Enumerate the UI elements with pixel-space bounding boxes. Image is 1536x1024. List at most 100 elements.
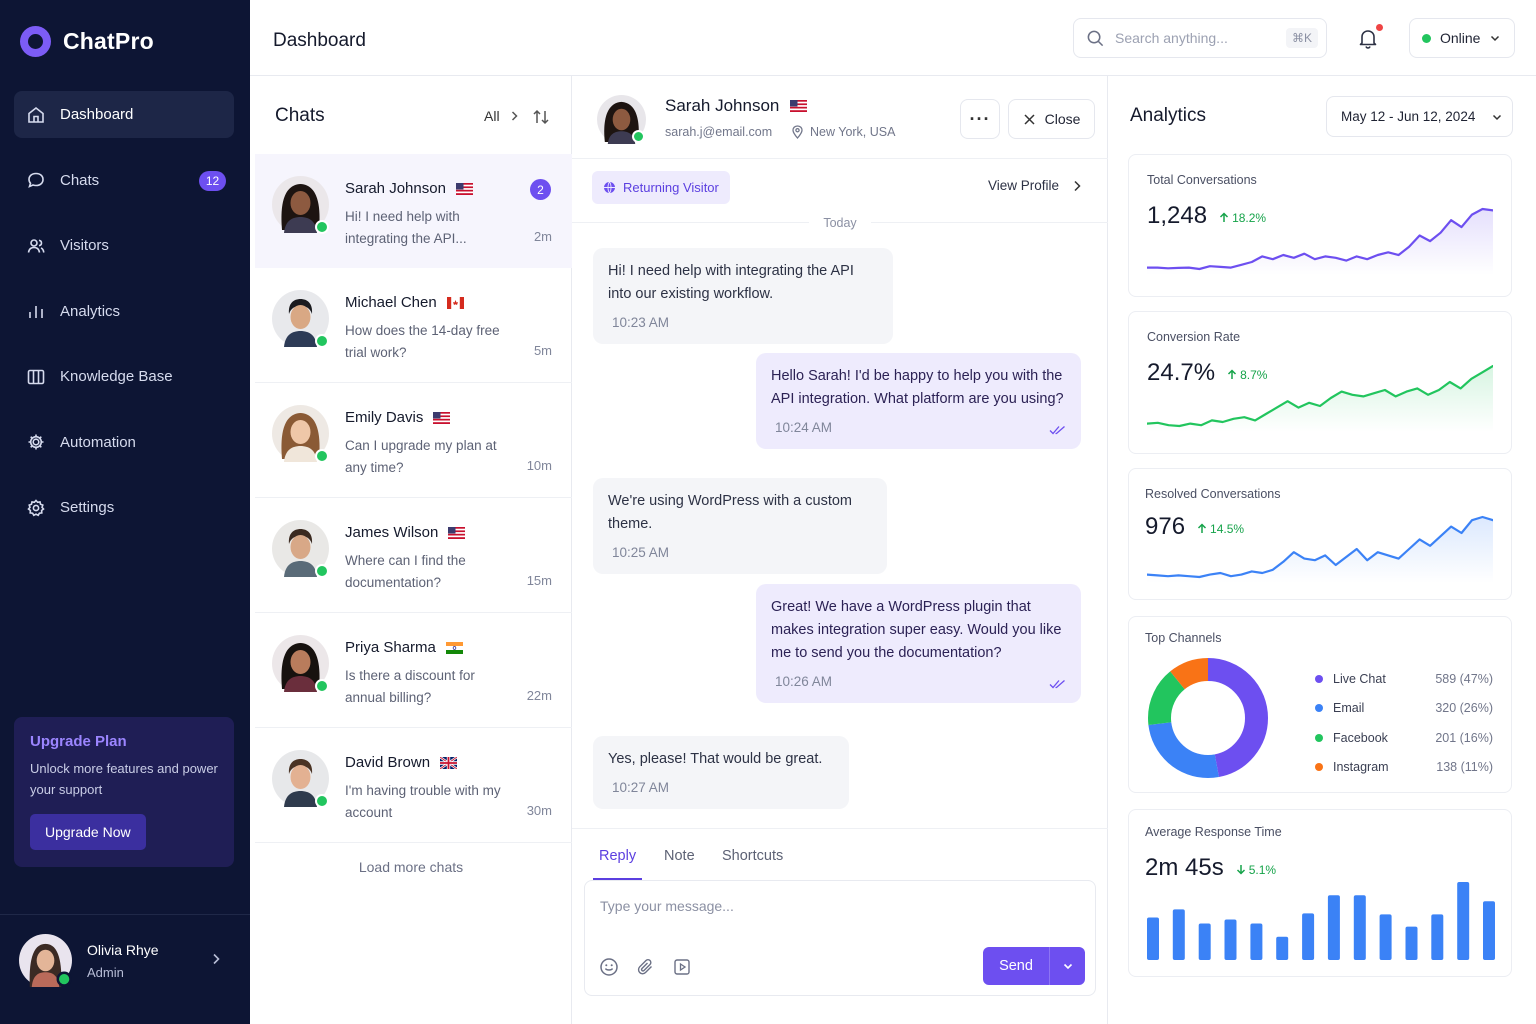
sidebar: ChatPro Dashboard Chats 12 Visitors Anal… — [0, 0, 250, 1024]
status-dropdown[interactable]: Online — [1409, 18, 1515, 58]
sidebar-nav: Dashboard Chats 12 Visitors Analytics Kn… — [14, 91, 234, 550]
sidebar-item-chats[interactable]: Chats 12 — [14, 157, 234, 204]
close-icon — [1024, 113, 1035, 125]
online-status-dot — [315, 334, 329, 348]
chat-list: Sarah Johnson Hi! I need help with integr… — [255, 154, 572, 843]
view-profile-link[interactable]: View Profile — [988, 178, 1082, 193]
location-text: New York, USA — [810, 125, 896, 139]
contact-email: sarah.j@email.com — [665, 125, 773, 139]
media-icon[interactable] — [672, 957, 692, 977]
sidebar-item-knowledge-base[interactable]: Knowledge Base — [14, 353, 234, 400]
message-text: Hi! I need help with integrating the API… — [608, 263, 854, 302]
attachment-icon[interactable] — [636, 957, 656, 977]
tab-reply[interactable]: Reply — [593, 848, 643, 880]
current-user[interactable]: Olivia Rhye Admin — [0, 914, 250, 1024]
send-options-button[interactable] — [1050, 947, 1085, 985]
chat-contact: Priya Sharma — [345, 639, 463, 656]
brand-name: ChatPro — [63, 28, 154, 54]
chat-list-item[interactable]: Michael Chen How does the 14-day free tri… — [255, 268, 572, 383]
online-status-dot — [315, 679, 329, 693]
legend-item: Instagram 138 (11%) — [1315, 753, 1493, 783]
chatpro-logo-icon — [20, 26, 51, 57]
sidebar-item-settings[interactable]: Settings — [14, 484, 234, 531]
search-shortcut: ⌘K — [1285, 28, 1318, 48]
response-time-bar — [1405, 926, 1418, 960]
load-more-chats-button[interactable]: Load more chats — [250, 859, 572, 875]
chat-contact: Emily Davis — [345, 409, 451, 426]
date-range-picker[interactable]: May 12 - Jun 12, 2024 — [1326, 96, 1513, 137]
search-input[interactable] — [1115, 30, 1275, 46]
chat-preview: How does the 14-day free trial work? — [345, 323, 500, 360]
chat-preview: Is there a discount for annual billing? — [345, 668, 475, 705]
response-time-bar — [1353, 895, 1366, 960]
upgrade-text: Unlock more features and power your supp… — [30, 761, 218, 797]
chat-contact-name: Priya Sharma — [345, 639, 436, 656]
legend-value: 201 (16%) — [1435, 730, 1493, 745]
card-label: Conversion Rate — [1147, 330, 1241, 344]
response-time-bar-chart — [1147, 882, 1495, 960]
sidebar-item-analytics[interactable]: Analytics — [14, 288, 234, 335]
contact-location: New York, USA — [791, 125, 895, 139]
settings-gear-icon — [26, 498, 46, 518]
read-receipt-icon — [1049, 680, 1065, 689]
sidebar-item-label: Chats — [60, 171, 100, 189]
response-time-bar — [1379, 914, 1392, 960]
automation-gear-icon — [26, 432, 46, 452]
visitor-message: We're using WordPress with a custom them… — [593, 478, 887, 574]
chat-time: 30m — [526, 803, 552, 818]
gb-flag-icon — [440, 756, 458, 769]
upgrade-now-button[interactable]: Upgrade Now — [30, 814, 146, 850]
chevron-right-icon — [213, 953, 220, 965]
chat-contact-name: Sarah Johnson — [345, 180, 446, 197]
response-time-bar — [1224, 919, 1237, 960]
sidebar-item-label: Analytics — [60, 302, 121, 320]
sidebar-item-automation[interactable]: Automation — [14, 419, 234, 466]
average-response-time-card: Average Response Time 2m 45s 5.1% — [1128, 809, 1512, 977]
chat-list-item[interactable]: David Brown I'm having trouble with my ac… — [255, 728, 572, 843]
message-time: 10:24 AM — [775, 420, 833, 435]
legend-item: Facebook 201 (16%) — [1315, 723, 1493, 753]
tab-note[interactable]: Note — [664, 848, 695, 878]
chat-time: 10m — [526, 458, 552, 473]
card-label: Resolved Conversations — [1145, 487, 1281, 501]
delta-badge: 5.1% — [1236, 863, 1276, 877]
emoji-icon[interactable] — [599, 957, 619, 977]
sidebar-item-dashboard[interactable]: Dashboard — [14, 91, 234, 138]
chat-list-item[interactable]: Emily Davis Can I upgrade my plan at any … — [255, 383, 572, 498]
chat-list-item[interactable]: Sarah Johnson Hi! I need help with integr… — [255, 154, 572, 268]
resolved-conversations-area — [1147, 517, 1493, 583]
conversion-rate-area — [1147, 366, 1493, 432]
message-time: 10:23 AM — [612, 315, 670, 330]
legend-label: Facebook — [1333, 730, 1388, 745]
chat-contact-name: James Wilson — [345, 524, 439, 541]
legend-label: Email — [1333, 701, 1365, 716]
chat-time: 22m — [526, 688, 552, 703]
us-flag-icon — [448, 526, 466, 539]
chats-filter[interactable]: All — [484, 108, 520, 124]
send-button[interactable]: Send — [983, 947, 1050, 985]
delta-value: 5.1% — [1248, 862, 1277, 877]
close-conversation-button[interactable]: Close — [1008, 99, 1095, 139]
conversation-header: Sarah Johnson sarah.j@email.com New York… — [572, 76, 1108, 159]
chat-preview: Hi! I need help with integrating the API… — [345, 209, 467, 246]
card-label: Total Conversations — [1147, 173, 1257, 187]
response-time-bar — [1302, 913, 1315, 960]
brand[interactable]: ChatPro — [20, 26, 154, 57]
chevron-down-icon — [1063, 963, 1072, 970]
chat-list-item[interactable]: James Wilson Where can I find the documen… — [255, 498, 572, 613]
day-divider-label: Today — [809, 216, 871, 230]
more-options-button[interactable]: ··· — [960, 99, 1000, 139]
page-title: Dashboard — [273, 30, 366, 51]
message-input[interactable] — [600, 898, 1060, 914]
search-bar[interactable]: ⌘K — [1073, 18, 1327, 58]
chat-list-item[interactable]: Priya Sharma Is there a discount for annu… — [255, 613, 572, 728]
chevron-down-icon — [1491, 35, 1500, 42]
online-status-dot — [1422, 33, 1431, 43]
sort-icon[interactable] — [531, 107, 551, 127]
sidebar-item-visitors[interactable]: Visitors — [14, 222, 234, 269]
tab-shortcuts[interactable]: Shortcuts — [722, 848, 783, 878]
close-label: Close — [1044, 111, 1081, 127]
top-channels-donut-chart — [1148, 658, 1268, 778]
location-pin-icon — [792, 125, 803, 139]
chats-count-badge: 12 — [199, 170, 226, 191]
